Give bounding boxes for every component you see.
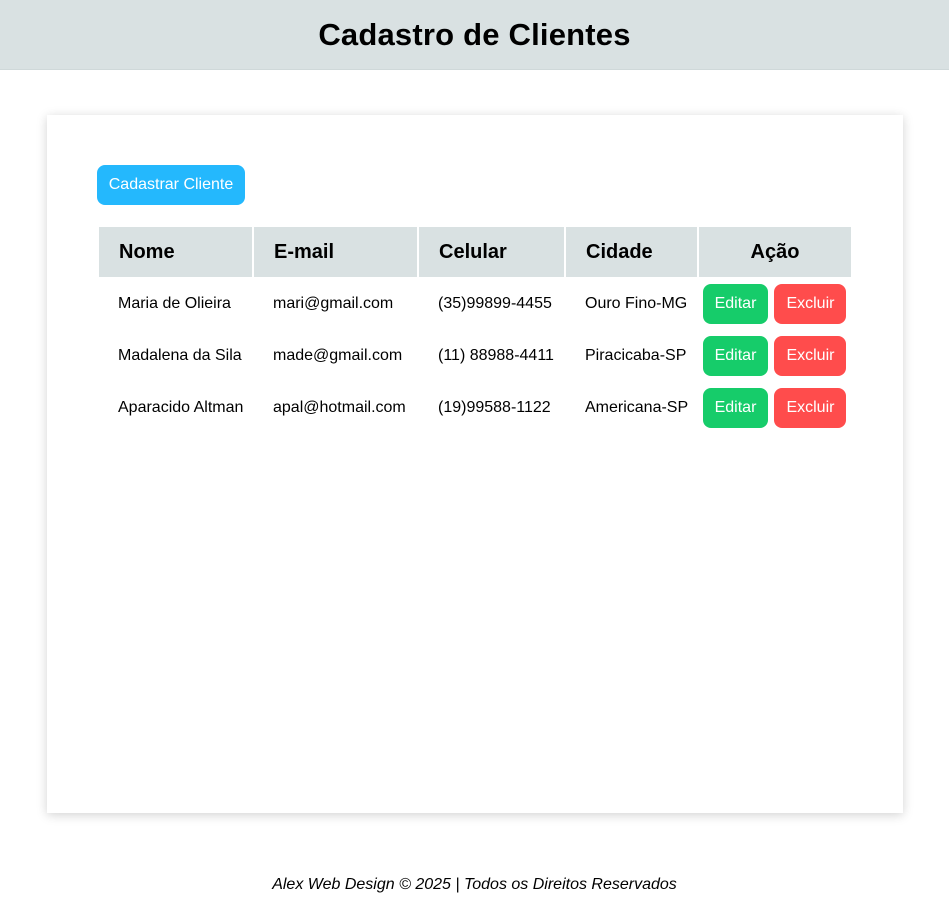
page-header: Cadastro de Clientes: [0, 0, 949, 70]
table-row: Aparacido Altman apal@hotmail.com (19)99…: [99, 383, 851, 433]
cell-actions: Editar Excluir: [699, 383, 851, 433]
cell-actions: Editar Excluir: [699, 331, 851, 381]
column-header-email: E-mail: [254, 227, 417, 277]
delete-button[interactable]: Excluir: [774, 336, 847, 376]
delete-button[interactable]: Excluir: [774, 284, 847, 324]
edit-button[interactable]: Editar: [703, 388, 768, 428]
clients-table: Nome E-mail Celular Cidade Ação Maria de…: [97, 225, 853, 435]
add-client-button[interactable]: Cadastrar Cliente: [97, 165, 245, 205]
cell-celular: (35)99899-4455: [438, 295, 552, 312]
cell-email: apal@hotmail.com: [273, 399, 406, 416]
delete-button[interactable]: Excluir: [774, 388, 847, 428]
page-footer: Alex Web Design © 2025 | Todos os Direit…: [272, 876, 677, 893]
cell-nome: Madalena da Sila: [118, 347, 242, 364]
edit-button[interactable]: Editar: [703, 284, 768, 324]
cell-email: mari@gmail.com: [273, 295, 394, 312]
page-title: Cadastro de Clientes: [318, 16, 631, 52]
cell-email: made@gmail.com: [273, 347, 403, 364]
column-header-cidade: Cidade: [566, 227, 697, 277]
column-header-nome: Nome: [99, 227, 252, 277]
cell-celular: (19)99588-1122: [438, 399, 551, 416]
table-row: Madalena da Sila made@gmail.com (11) 889…: [99, 331, 851, 381]
cell-cidade: Piracicaba-SP: [585, 347, 687, 364]
column-header-acao: Ação: [699, 227, 851, 277]
clients-card: Cadastrar Cliente Nome E-mail Celular Ci…: [47, 115, 903, 813]
cell-celular: (11) 88988-4411: [438, 347, 554, 364]
cell-actions: Editar Excluir: [699, 279, 851, 329]
table-row: Maria de Olieira mari@gmail.com (35)9989…: [99, 279, 851, 329]
cell-cidade: Ouro Fino-MG: [585, 295, 688, 312]
column-header-celular: Celular: [419, 227, 564, 277]
table-header-row: Nome E-mail Celular Cidade Ação: [99, 227, 851, 277]
edit-button[interactable]: Editar: [703, 336, 768, 376]
cell-nome: Maria de Olieira: [118, 295, 231, 312]
cell-nome: Aparacido Altman: [118, 399, 244, 416]
cell-cidade: Americana-SP: [585, 399, 689, 416]
